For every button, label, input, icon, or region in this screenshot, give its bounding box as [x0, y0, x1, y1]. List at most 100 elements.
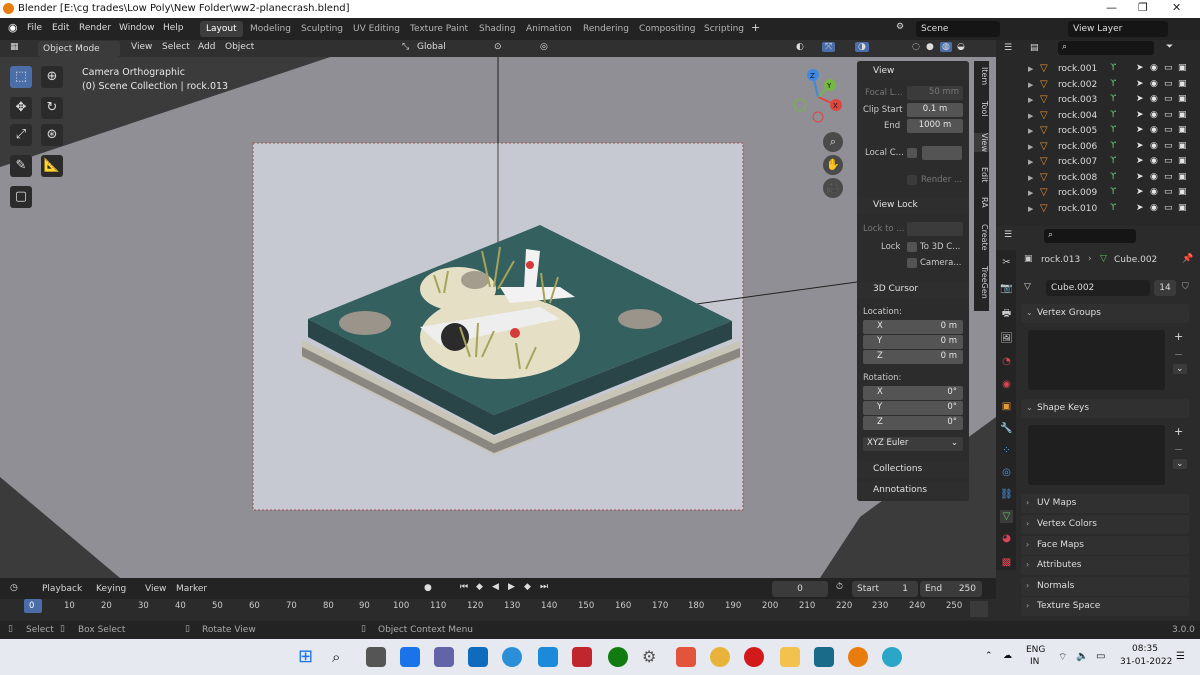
office-icon[interactable]	[676, 647, 696, 667]
remove-shape-key-button[interactable]: −	[1174, 443, 1183, 456]
camera-to-view-checkbox[interactable]	[907, 258, 917, 268]
expand-icon[interactable]: ▶	[1028, 205, 1033, 213]
jump-start-icon[interactable]: ⏮	[460, 582, 468, 592]
expand-icon[interactable]: ▶	[1028, 112, 1033, 120]
vertex-group-specials-icon[interactable]: ⌄	[1173, 364, 1187, 374]
tab-shading[interactable]: Shading	[473, 21, 522, 37]
tab-uv-editing[interactable]: UV Editing	[347, 21, 406, 37]
annotations-section-header[interactable]: Annotations	[857, 482, 969, 499]
next-keyframe-icon[interactable]: ◆	[524, 582, 531, 592]
start-menu-icon[interactable]: ⊞	[298, 647, 318, 667]
gizmo-toggle-icon[interactable]: ⤧	[822, 42, 836, 52]
eye-icon[interactable]: ◉	[1150, 94, 1158, 104]
collections-section-header[interactable]: Collections	[857, 461, 969, 478]
timeline-editor-icon[interactable]: ◷	[10, 583, 18, 593]
overlay-toggle-icon[interactable]: ◑	[855, 42, 869, 52]
edge-browser-icon[interactable]	[502, 647, 522, 667]
camera-view-icon[interactable]: 🎥	[823, 178, 843, 198]
lock-to-object-field[interactable]	[907, 222, 963, 236]
editor-type-icon[interactable]: ▦	[10, 42, 19, 52]
tab-animation[interactable]: Animation	[520, 21, 578, 37]
add-shape-key-button[interactable]: +	[1174, 425, 1183, 438]
settings-gear-icon[interactable]: ⚙	[642, 647, 662, 667]
tab-texture-paint[interactable]: Texture Paint	[404, 21, 474, 37]
mcafee-icon[interactable]	[572, 647, 592, 667]
tab-ra[interactable]: RA	[974, 197, 989, 208]
expand-icon[interactable]: ▶	[1028, 143, 1033, 151]
render-icon[interactable]: ▣	[1178, 110, 1187, 120]
chrome-icon[interactable]	[710, 647, 730, 667]
zoom-icon[interactable]: ⌕	[823, 132, 843, 152]
viewport-canvas[interactable]	[0, 57, 996, 578]
display-mode-icon[interactable]: ▤	[1030, 43, 1039, 53]
timeline-ruler[interactable]: 0 10 20 30 40 50 60 70 80 90 100 110 120…	[0, 599, 996, 621]
camera-icon[interactable]: ▭	[1164, 172, 1173, 182]
eye-icon[interactable]: ◉	[1150, 125, 1158, 135]
camera-icon[interactable]: ▭	[1164, 125, 1173, 135]
render-icon[interactable]: ▣	[1178, 187, 1187, 197]
end-frame-field[interactable]: End 250	[920, 581, 982, 597]
timeline-menu-keying[interactable]: Keying	[96, 584, 126, 594]
outliner-editor-icon[interactable]: ☰	[1004, 43, 1012, 53]
uv-maps-panel-header[interactable]: › UV Maps	[1021, 494, 1189, 513]
list-item[interactable]: ▶ ▽ rock.004 ϒ ➤ ◉ ▭ ▣	[996, 109, 1200, 125]
start-frame-field[interactable]: Start 1	[852, 581, 918, 597]
properties-editor-icon[interactable]: ☰	[1004, 230, 1012, 240]
expand-icon[interactable]: ▶	[1028, 158, 1033, 166]
lightroom-icon[interactable]	[538, 647, 558, 667]
scale-tool[interactable]: ⤢	[10, 124, 32, 146]
expand-icon[interactable]: ▶	[1028, 65, 1033, 73]
mesh-users-count[interactable]: 14	[1154, 280, 1176, 296]
cursor-rotation-y[interactable]: Y 0°	[863, 401, 963, 415]
battery-icon[interactable]: ▭	[1096, 651, 1105, 662]
opera-icon[interactable]	[744, 647, 764, 667]
expand-icon[interactable]: ▶	[1028, 189, 1033, 197]
shading-rendered-icon[interactable]: ◒	[957, 42, 965, 52]
annotate-tool[interactable]: ✎	[10, 155, 32, 177]
expand-icon[interactable]: ▶	[1028, 127, 1033, 135]
teams-chat-icon[interactable]	[434, 647, 454, 667]
tab-scripting[interactable]: Scripting	[698, 21, 750, 37]
app-taskbar-icon[interactable]	[882, 647, 902, 667]
add-workspace-button[interactable]: +	[751, 21, 760, 34]
scene-tab-icon[interactable]: ◔	[1000, 355, 1013, 368]
data-tab-icon[interactable]: ▽	[1000, 510, 1013, 523]
view-layer-selector[interactable]: View Layer	[1068, 21, 1168, 37]
rotate-tool[interactable]: ↻	[41, 97, 63, 119]
cursor-section-header[interactable]: 3D Cursor	[857, 281, 969, 298]
render-icon[interactable]: ▣	[1178, 172, 1187, 182]
list-item[interactable]: ▶ ▽ rock.002 ϒ ➤ ◉ ▭ ▣	[996, 78, 1200, 94]
view-section-header[interactable]: View	[857, 63, 969, 80]
timeline-menu-playback[interactable]: Playback	[42, 584, 82, 594]
select-arrow-icon[interactable]: ➤	[1136, 172, 1144, 182]
material-tab-icon[interactable]: ◕	[1000, 532, 1013, 545]
list-item[interactable]: ▶ ▽ rock.007 ϒ ➤ ◉ ▭ ▣	[996, 155, 1200, 171]
move-tool[interactable]: ✥	[10, 97, 32, 119]
task-view-icon[interactable]	[366, 647, 386, 667]
tab-item[interactable]: Item	[974, 67, 989, 85]
shading-solid-icon[interactable]: ●	[926, 42, 934, 52]
camera-icon[interactable]: ▭	[1164, 79, 1173, 89]
list-item[interactable]: ▶ ▽ rock.003 ϒ ➤ ◉ ▭ ▣	[996, 93, 1200, 109]
tab-compositing[interactable]: Compositing	[633, 21, 701, 37]
timeline-menu-marker[interactable]: Marker	[176, 584, 207, 594]
render-tab-icon[interactable]: 📷	[1000, 282, 1013, 295]
record-icon[interactable]: ●	[424, 583, 432, 593]
play-icon[interactable]: ▶	[508, 582, 515, 592]
outliner-search-input[interactable]: ⌕	[1058, 41, 1154, 55]
scene-selector[interactable]: Scene	[916, 21, 1000, 37]
mode-dropdown[interactable]: Object Mode	[38, 41, 120, 57]
tab-layout[interactable]: Layout	[200, 21, 243, 37]
list-item[interactable]: ▶ ▽ rock.008 ϒ ➤ ◉ ▭ ▣	[996, 171, 1200, 187]
vertex-colors-panel-header[interactable]: › Vertex Colors	[1021, 515, 1189, 534]
eye-icon[interactable]: ◉	[1150, 110, 1158, 120]
clock-icon[interactable]: ⏱	[836, 582, 843, 592]
eye-icon[interactable]: ◉	[1150, 187, 1158, 197]
expand-icon[interactable]: ▶	[1028, 174, 1033, 182]
menu-help[interactable]: Help	[163, 23, 184, 33]
tab-edit[interactable]: Edit	[974, 167, 989, 183]
filter-icon[interactable]: ⏷	[1166, 42, 1173, 52]
list-item[interactable]: ▶ ▽ rock.005 ϒ ➤ ◉ ▭ ▣	[996, 124, 1200, 140]
3d-viewport[interactable]: Camera Orthographic (0) Scene Collection…	[0, 57, 996, 578]
select-arrow-icon[interactable]: ➤	[1136, 110, 1144, 120]
